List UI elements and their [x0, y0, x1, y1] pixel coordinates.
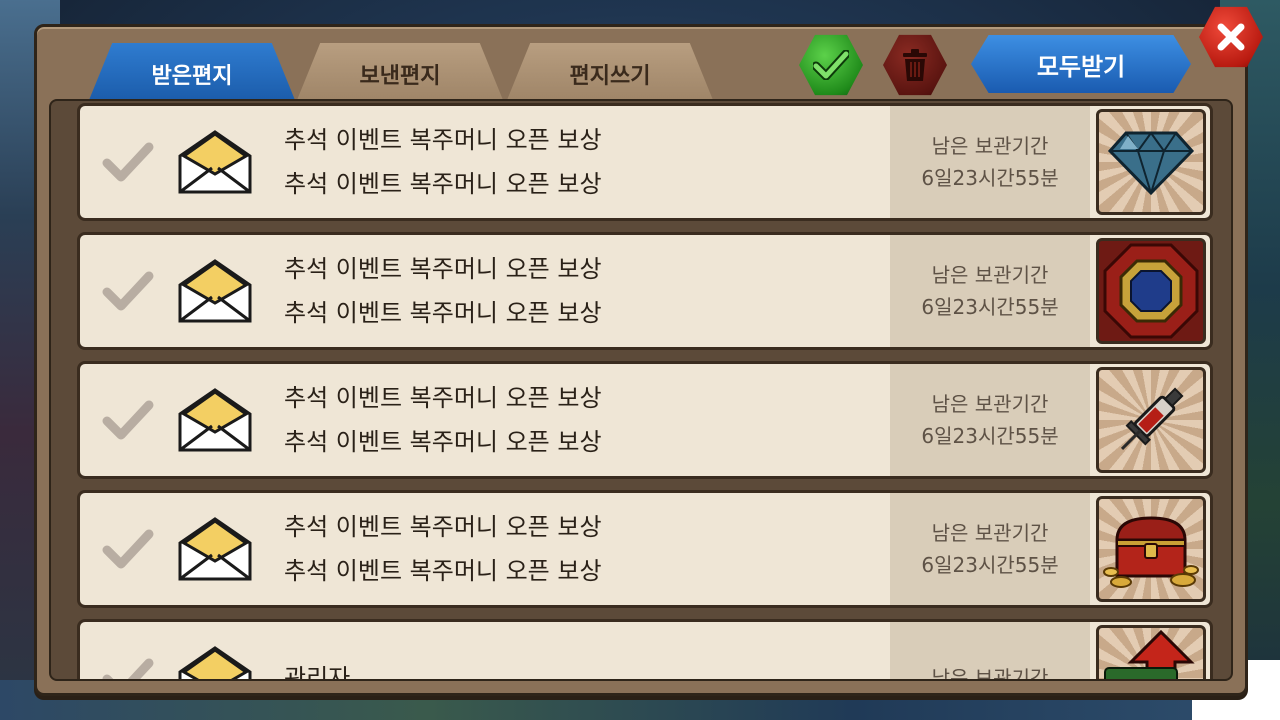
mail-title: 추석 이벤트 복주머니 오픈 보상: [284, 255, 602, 283]
remaining-time: 6일23시간55분: [921, 424, 1059, 448]
mail-list-container[interactable]: 추석 이벤트 복주머니 오픈 보상 추석 이벤트 복주머니 오픈 보상 남은 보…: [49, 99, 1233, 681]
close-button[interactable]: [1199, 5, 1263, 69]
tab-received-label: 받은편지: [151, 64, 233, 89]
mail-row[interactable]: 추석 이벤트 복주머니 오픈 보상 추석 이벤트 복주머니 오픈 보상 남은 보…: [77, 361, 1213, 479]
mail-texts: 추석 이벤트 복주머니 오픈 보상 추석 이벤트 복주머니 오픈 보상: [266, 118, 890, 206]
reward-item[interactable]: [1096, 625, 1206, 679]
delete-button[interactable]: [883, 33, 947, 97]
mail-description: 추석 이벤트 복주머니 오픈 보상: [284, 299, 602, 327]
reward-item[interactable]: [1096, 238, 1206, 344]
remaining-period: 남은 보관기간 6일23시간55분: [890, 106, 1090, 218]
diamond-icon: [1107, 131, 1195, 196]
mail-row[interactable]: 추석 이벤트 복주머니 오픈 보상 추석 이벤트 복주머니 오픈 보상 남은 보…: [77, 490, 1213, 608]
mail-title: 추석 이벤트 복주머니 오픈 보상: [284, 126, 602, 154]
mail-texts: 추석 이벤트 복주머니 오픈 보상 추석 이벤트 복주머니 오픈 보상: [266, 505, 890, 593]
close-x-icon: [1217, 23, 1245, 51]
tab-write-label: 편지쓰기: [569, 64, 651, 89]
treasure-chest-icon: [1103, 516, 1199, 588]
mail-row[interactable]: 추석 이벤트 복주머니 오픈 보상 추석 이벤트 복주머니 오픈 보상 남은 보…: [77, 103, 1213, 221]
reward-item[interactable]: [1096, 367, 1206, 473]
mail-title: 추석 이벤트 복주머니 오픈 보상: [284, 384, 602, 412]
mail-title: 추석 이벤트 복주머니 오픈 보상: [284, 513, 602, 541]
mail-row[interactable]: 추석 이벤트 복주머니 오픈 보상 추석 이벤트 복주머니 오픈 보상 남은 보…: [77, 232, 1213, 350]
envelope-icon: [176, 386, 266, 454]
mail-texts: 추석 이벤트 복주머니 오픈 보상 추석 이벤트 복주머니 오픈 보상: [266, 247, 890, 335]
mailbox-panel: 받은편지 보낸편지 편지쓰기 모두받기 추석 이벤트 복주머니 오픈 보상 추석…: [34, 6, 1263, 696]
octagon-gem-icon: [1103, 243, 1199, 339]
mail-texts: 추석 이벤트 복주머니 오픈 보상 추석 이벤트 복주머니 오픈 보상: [266, 376, 890, 464]
reward-item[interactable]: [1096, 496, 1206, 602]
reward-item[interactable]: [1096, 109, 1206, 215]
mail-row[interactable]: 관리자 남은 보관기간: [77, 619, 1213, 681]
receive-all-button[interactable]: 모두받기: [971, 35, 1191, 93]
remaining-period: 남은 보관기간 6일23시간55분: [890, 364, 1090, 476]
check-icon[interactable]: [80, 399, 176, 441]
remaining-label: 남은 보관기간: [931, 134, 1049, 158]
envelope-icon: [176, 515, 266, 583]
remaining-label: 남은 보관기간: [931, 392, 1049, 416]
remaining-label: 남은 보관기간: [931, 666, 1049, 681]
syringe-icon: [1120, 387, 1184, 451]
envelope-icon: [176, 644, 266, 679]
check-icon[interactable]: [80, 141, 176, 183]
remaining-period: 남은 보관기간 6일23시간55분: [890, 235, 1090, 347]
green-check-icon: [813, 50, 849, 80]
remaining-label: 남은 보관기간: [931, 263, 1049, 287]
trash-icon: [903, 49, 927, 81]
tab-write[interactable]: 편지쓰기: [505, 43, 715, 105]
check-icon[interactable]: [80, 528, 176, 570]
remaining-label: 남은 보관기간: [931, 521, 1049, 545]
remaining-time: 6일23시간55분: [921, 295, 1059, 319]
remaining-time: 6일23시간55분: [921, 166, 1059, 190]
mail-description: 추석 이벤트 복주머니 오픈 보상: [284, 557, 602, 585]
tab-received[interactable]: 받은편지: [87, 43, 297, 105]
mail-texts: 관리자: [266, 656, 890, 681]
mail-title: 관리자: [284, 664, 351, 681]
envelope-icon: [176, 257, 266, 325]
remaining-time: 6일23시간55분: [921, 553, 1059, 577]
tab-sent-label: 보낸편지: [359, 64, 441, 89]
premium-level-up-icon: [1104, 629, 1195, 679]
check-icon[interactable]: [80, 657, 176, 679]
envelope-icon: [176, 128, 266, 196]
tab-sent[interactable]: 보낸편지: [295, 43, 505, 105]
select-all-button[interactable]: [799, 33, 863, 97]
remaining-period: 남은 보관기간 6일23시간55분: [890, 493, 1090, 605]
mail-description: 추석 이벤트 복주머니 오픈 보상: [284, 428, 602, 456]
mail-description: 추석 이벤트 복주머니 오픈 보상: [284, 170, 602, 198]
check-icon[interactable]: [80, 270, 176, 312]
receive-all-label: 모두받기: [1036, 52, 1126, 81]
remaining-period: 남은 보관기간: [890, 622, 1090, 681]
